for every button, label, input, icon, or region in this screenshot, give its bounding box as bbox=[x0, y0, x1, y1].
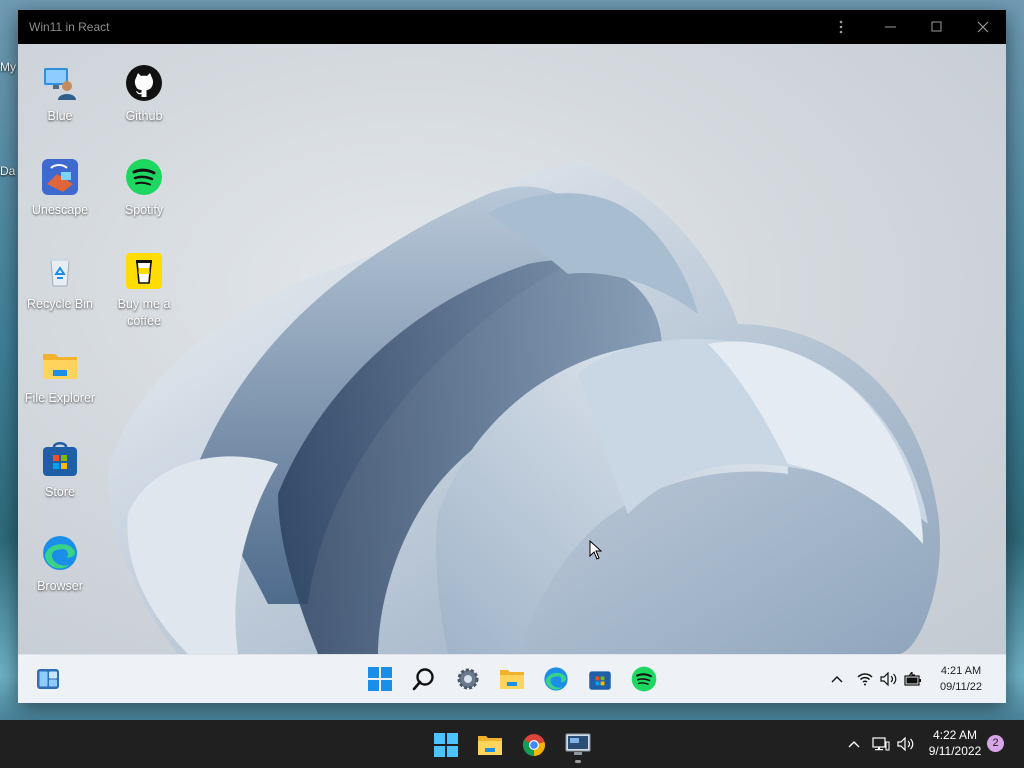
desktop-icon-label: Github bbox=[125, 109, 163, 123]
battery-button[interactable] bbox=[904, 670, 922, 688]
inner-clock-time: 4:21 AM bbox=[940, 665, 982, 677]
github-icon bbox=[126, 65, 162, 101]
volume-icon bbox=[897, 737, 914, 751]
folder-icon bbox=[43, 354, 77, 379]
recycle-bin-icon bbox=[50, 258, 70, 287]
inner-clock-date: 09/11/22 bbox=[939, 681, 982, 693]
desktop-icon-github[interactable]: Github bbox=[102, 64, 186, 125]
desktop-icon-label: Spotify bbox=[124, 203, 164, 217]
desktop-icon-label: Store bbox=[45, 485, 75, 499]
chevron-up-icon bbox=[831, 676, 843, 683]
host-volume-button[interactable] bbox=[897, 735, 915, 753]
maximize-button[interactable] bbox=[915, 10, 959, 44]
store-button[interactable] bbox=[585, 664, 615, 694]
tray-expand-button[interactable] bbox=[828, 670, 846, 688]
coffee-cup-icon bbox=[126, 253, 162, 289]
notification-badge[interactable]: 2 bbox=[987, 735, 1004, 752]
inner-taskbar: 4:21 AM 09/11/22 bbox=[18, 654, 1006, 703]
host-tray-expand-button[interactable] bbox=[845, 735, 863, 753]
active-app-indicator bbox=[575, 760, 581, 763]
start-button[interactable] bbox=[365, 664, 395, 694]
volume-icon bbox=[880, 672, 897, 686]
spotify-icon bbox=[631, 666, 657, 692]
edge-icon bbox=[43, 536, 77, 570]
battery-icon bbox=[904, 672, 921, 686]
host-file-explorer-button[interactable] bbox=[475, 730, 505, 760]
spotify-icon bbox=[126, 159, 162, 195]
wifi-button[interactable] bbox=[856, 670, 874, 688]
desktop-icon-buy-me-a-coffee[interactable]: Buy me a coffee bbox=[102, 252, 186, 330]
file-explorer-icon bbox=[500, 670, 524, 689]
host-start-button[interactable] bbox=[431, 730, 461, 760]
volume-button[interactable] bbox=[880, 670, 898, 688]
spotify-button[interactable] bbox=[629, 664, 659, 694]
user-pc-icon bbox=[44, 68, 76, 100]
inner-clock[interactable]: 4:21 AM 09/11/22 bbox=[926, 663, 996, 695]
window-title: Win11 in React bbox=[29, 20, 110, 34]
window-menu-button[interactable] bbox=[819, 10, 863, 44]
host-clock-date: 9/11/2022 bbox=[928, 744, 982, 758]
desktop-icon-recycle-bin[interactable]: Recycle Bin bbox=[18, 252, 102, 313]
settings-button[interactable] bbox=[453, 664, 483, 694]
search-icon bbox=[412, 668, 434, 691]
menu-kebab-icon bbox=[839, 20, 843, 34]
edge-button[interactable] bbox=[541, 664, 571, 694]
host-remote-desktop-button[interactable] bbox=[563, 730, 593, 760]
desktop-icon-label: Buy me a coffee bbox=[117, 297, 171, 328]
chrome-icon bbox=[522, 734, 545, 756]
desktop-icon-label: Browser bbox=[37, 579, 83, 593]
app-window: Win11 in React Blue Github Unescape Spot… bbox=[18, 10, 1006, 703]
bloom-wallpaper bbox=[108, 164, 940, 654]
search-button[interactable] bbox=[409, 664, 439, 694]
host-network-button[interactable] bbox=[872, 735, 890, 753]
host-clock-time: 4:22 AM bbox=[932, 728, 978, 742]
desktop-icon-store[interactable]: Store bbox=[18, 440, 102, 501]
minimize-button[interactable] bbox=[869, 10, 913, 44]
minimize-icon bbox=[885, 26, 896, 28]
widgets-button[interactable] bbox=[33, 664, 63, 694]
mouse-cursor-icon bbox=[589, 540, 603, 560]
host-desktop-label-partial: My bbox=[0, 60, 16, 74]
inner-desktop[interactable]: Blue Github Unescape Spotify Recycle Bin… bbox=[18, 44, 1006, 654]
desktop-icon-label: Recycle Bin bbox=[27, 297, 93, 311]
desktop-icon-browser[interactable]: Browser bbox=[18, 534, 102, 595]
wifi-icon bbox=[857, 673, 873, 686]
desktop-icon-unescape[interactable]: Unescape bbox=[18, 158, 102, 219]
title-bar[interactable]: Win11 in React bbox=[18, 10, 1006, 44]
start-icon bbox=[434, 733, 458, 757]
file-explorer-button[interactable] bbox=[497, 664, 527, 694]
start-icon bbox=[368, 667, 392, 691]
close-icon bbox=[977, 21, 989, 33]
host-chrome-button[interactable] bbox=[519, 730, 549, 760]
desktop-icon-file-explorer[interactable]: File Explorer bbox=[18, 346, 102, 407]
desktop-icon-label: Unescape bbox=[31, 203, 89, 217]
unescape-icon bbox=[42, 159, 78, 195]
maximize-icon bbox=[931, 21, 942, 32]
host-clock[interactable]: 4:22 AM 9/11/2022 bbox=[920, 727, 990, 759]
edge-icon bbox=[544, 667, 568, 691]
desktop-icon-spotify[interactable]: Spotify bbox=[102, 158, 186, 219]
store-icon bbox=[589, 671, 611, 690]
store-icon bbox=[43, 442, 77, 476]
network-icon bbox=[872, 737, 890, 751]
close-button[interactable] bbox=[961, 10, 1005, 44]
file-explorer-icon bbox=[478, 736, 502, 755]
desktop-icon-blue[interactable]: Blue bbox=[18, 64, 102, 125]
desktop-icon-label: File Explorer bbox=[24, 391, 96, 405]
desktop-icon-label: Blue bbox=[47, 109, 73, 123]
host-taskbar: 4:22 AM 9/11/2022 2 bbox=[0, 720, 1024, 768]
host-desktop-label-partial: Da bbox=[0, 164, 16, 178]
remote-desktop-icon bbox=[565, 733, 591, 755]
widgets-icon bbox=[37, 669, 59, 689]
settings-icon bbox=[457, 668, 479, 690]
chevron-up-icon bbox=[848, 741, 860, 748]
